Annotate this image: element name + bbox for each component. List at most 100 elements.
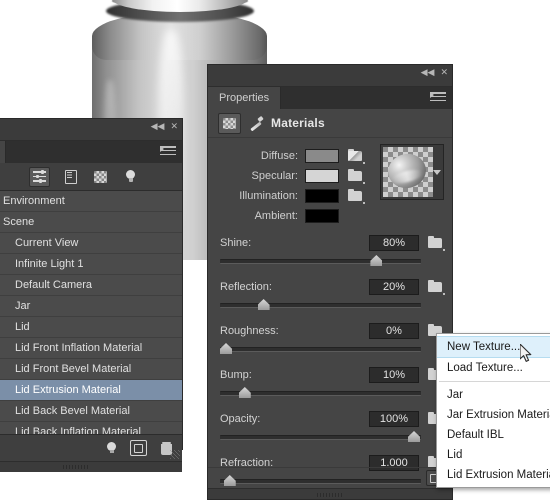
properties-titlebar: ◀◀ ✕: [208, 65, 452, 87]
slider-block: Shine: 80%: [220, 234, 445, 267]
camera-icon: [0, 237, 9, 249]
sidebar-item-lights[interactable]: [121, 168, 140, 186]
tree-row[interactable]: Lid Back Inflation Material: [0, 422, 182, 434]
tree-row[interactable]: Lid Front Bevel Material: [0, 359, 182, 380]
material-preview-thumbnail[interactable]: [380, 144, 444, 200]
tree-row[interactable]: Infinite Light 1: [0, 254, 182, 275]
tree-row[interactable]: Lid Extrusion Material: [0, 380, 182, 401]
mouse-pointer: [520, 344, 532, 362]
scene-panel: ◀◀ ✕ 3D EnvironmentSceneCurrent V: [0, 118, 183, 472]
add-object-icon[interactable]: [130, 440, 147, 456]
slider-label: Roughness:: [220, 324, 279, 337]
screenshot-stage: ◀◀ ✕ 3D EnvironmentSceneCurrent V: [0, 0, 550, 500]
slider-track-area[interactable]: [220, 299, 443, 311]
menu-item[interactable]: Jar: [437, 385, 550, 405]
slider-track-area[interactable]: [220, 431, 443, 443]
slider-track-area[interactable]: [220, 387, 443, 399]
slider-thumb[interactable]: [370, 255, 383, 266]
slider-value-field[interactable]: 0%: [369, 322, 419, 339]
slider-label: Bump:: [220, 368, 252, 381]
panel-menu-icon[interactable]: [430, 92, 446, 103]
panel-drag-grip[interactable]: [317, 493, 343, 497]
tree-row[interactable]: Lid: [0, 317, 182, 338]
collapse-double-arrow-icon[interactable]: ◀◀: [421, 68, 435, 77]
slider-thumb[interactable]: [238, 387, 251, 398]
slider-header: Bump: 10%: [220, 366, 445, 383]
preview-dropdown-arrow[interactable]: [433, 147, 441, 197]
material-sphere-icon[interactable]: [218, 112, 241, 134]
color-swatch[interactable]: [305, 168, 339, 183]
slider-value-field[interactable]: 100%: [369, 410, 419, 427]
slider-value-field[interactable]: 80%: [369, 234, 419, 251]
tree-row-label: Infinite Light 1: [15, 258, 84, 270]
tree-row-label: Scene: [3, 216, 35, 228]
material-icon: [0, 405, 9, 417]
tree-row[interactable]: Current View: [0, 233, 182, 254]
scene-panel-tabrow: 3D: [0, 141, 182, 163]
material-color-label: Diffuse:: [260, 149, 298, 162]
close-icon[interactable]: ✕: [170, 122, 178, 131]
tree-row-label: Lid Back Inflation Material: [15, 426, 141, 434]
texture-folder-icon[interactable]: [428, 236, 445, 251]
properties-panel: ◀◀ ✕ Properties Materials Diffuse: Specul…: [207, 64, 453, 500]
material-icon: [0, 363, 9, 375]
menu-item[interactable]: Jar Extrusion Material -: [437, 405, 550, 425]
slider-thumb[interactable]: [408, 431, 420, 442]
color-swatch[interactable]: [305, 208, 339, 223]
paintbrush-icon[interactable]: [248, 115, 264, 131]
tab-properties[interactable]: Properties: [208, 87, 282, 109]
sidebar-item-meshes[interactable]: [61, 168, 80, 186]
scene-panel-bottombar: [0, 461, 182, 472]
preview-sphere-render: [383, 147, 433, 197]
color-swatch[interactable]: [305, 148, 339, 163]
menu-item[interactable]: Lid Extrusion Material: [437, 465, 550, 485]
properties-bottombar: [208, 488, 452, 499]
slider-header: Opacity: 100%: [220, 410, 445, 427]
slider-thumb[interactable]: [220, 343, 232, 354]
menu-item[interactable]: Lid: [437, 445, 550, 465]
tree-row-label: Lid Back Bevel Material: [15, 405, 130, 417]
folder-icon[interactable]: [348, 169, 365, 184]
properties-tabrow: Properties: [208, 87, 452, 109]
panel-drag-grip[interactable]: [62, 465, 89, 469]
light-bulb-icon[interactable]: [107, 442, 116, 454]
sidebar-item-scene-filter[interactable]: [29, 166, 50, 187]
slider-track: [220, 347, 421, 352]
tree-row[interactable]: Environment: [0, 191, 182, 212]
slider-track-area[interactable]: [220, 343, 443, 355]
tree-row[interactable]: Lid Back Bevel Material: [0, 401, 182, 422]
panel-menu-icon[interactable]: [160, 146, 176, 157]
sidebar-item-materials[interactable]: [91, 168, 110, 186]
color-swatch[interactable]: [305, 188, 339, 203]
material-icon: [0, 426, 9, 434]
slider-track-area[interactable]: [220, 255, 443, 267]
image-folder-icon[interactable]: [348, 149, 365, 164]
scene-tree[interactable]: Environment Scene Current View Infinite Lig…: [0, 191, 182, 434]
slider-block: Opacity: 100%: [220, 410, 445, 443]
resize-grip[interactable]: [170, 450, 180, 459]
slider-value-field[interactable]: 20%: [369, 278, 419, 295]
menu-item[interactable]: Default IBL: [437, 425, 550, 445]
tree-row[interactable]: Jar: [0, 296, 182, 317]
slider-header: Reflection: 20%: [220, 278, 445, 295]
tree-row-label: Current View: [15, 237, 79, 249]
tree-row[interactable]: Lid Front Inflation Material: [0, 338, 182, 359]
tree-row[interactable]: Scene: [0, 212, 182, 233]
tab-3d[interactable]: 3D: [0, 141, 7, 163]
materials-icon: [94, 170, 107, 183]
lights-icon: [126, 170, 135, 183]
slider-track: [220, 303, 421, 308]
slider-thumb[interactable]: [257, 299, 270, 310]
close-icon[interactable]: ✕: [440, 68, 448, 77]
folder-icon[interactable]: [348, 189, 365, 204]
tree-row-label: Lid Front Inflation Material: [15, 342, 143, 354]
tree-row-label: Lid Front Bevel Material: [15, 363, 132, 375]
slider-value-field[interactable]: 10%: [369, 366, 419, 383]
scene-panel-toolbar: [0, 163, 182, 191]
tree-row[interactable]: Default Camera: [0, 275, 182, 296]
slider-label: Opacity:: [220, 412, 261, 425]
slider-track: [220, 259, 421, 264]
collapse-double-arrow-icon[interactable]: ◀◀: [151, 122, 165, 131]
texture-folder-icon[interactable]: [428, 280, 445, 295]
page-title: Materials: [271, 116, 325, 130]
